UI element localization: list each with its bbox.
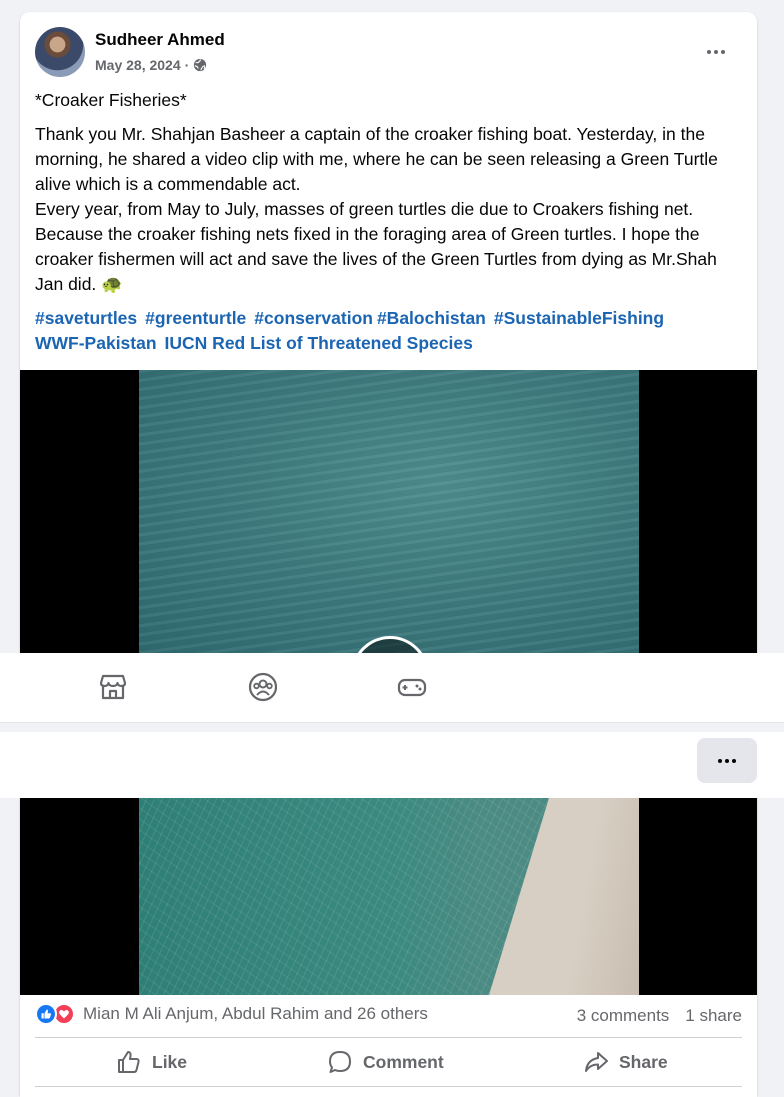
comment-icon [329,1051,351,1073]
share-icon [585,1052,608,1072]
like-button[interactable]: Like [116,1047,187,1077]
comments-count[interactable]: 3 comments [577,1006,670,1026]
dot-icon [707,50,711,54]
bottom-navigation-bar [0,653,784,723]
globe-icon [194,58,207,72]
boat-hull-image [489,798,639,995]
hashtag-link[interactable]: #greenturtle [145,308,246,328]
hashtag-link[interactable]: #Balochistan [377,308,486,328]
post-text: *Croaker Fisheries* Thank you Mr. Shahja… [35,88,747,297]
section-gap [0,723,784,732]
video-frame [139,798,639,995]
reactions-summary[interactable]: Mian M Ali Anjum, Abdul Rahim and 26 oth… [35,1003,428,1025]
dot-icon [725,758,729,763]
video-player[interactable] [20,370,757,653]
meta-separator: · [184,57,190,73]
more-options-button[interactable] [697,738,757,783]
post-meta: May 28, 2024 · [95,57,207,73]
dot-icon [714,50,718,54]
comment-button[interactable]: Comment [327,1047,444,1077]
thumbs-up-icon [118,1051,140,1073]
post-paragraph-2: Every year, from May to July, masses of … [35,199,717,294]
divider [35,1086,742,1087]
more-options-button[interactable] [698,37,734,67]
hashtags: #saveturtles #greenturtle #conservation #Ba… [35,306,747,356]
author-name[interactable]: Sudheer Ahmed [95,30,225,50]
tag-link[interactable]: WWF-Pakistan [35,333,157,353]
reaction-names[interactable]: Mian M Ali Anjum, Abdul Rahim and 26 oth… [83,1004,428,1024]
shares-count[interactable]: 1 share [685,1006,742,1026]
hashtag-link[interactable]: #SustainableFishing [494,308,664,328]
dot-icon [721,50,725,54]
dot-icon [718,758,722,763]
video-player[interactable] [20,798,757,995]
post-paragraph-1: Thank you Mr. Shahjan Basheer a captain … [35,124,718,194]
dot-icon [732,758,736,763]
comment-label: Comment [363,1051,444,1072]
share-label: Share [619,1051,668,1072]
engagement-counts: 3 comments 1 share [577,1006,742,1026]
post-header: Sudheer Ahmed May 28, 2024 · [35,27,742,79]
like-reaction-icon [35,1003,57,1025]
second-card-header [0,732,784,798]
gaming-icon[interactable] [396,671,428,703]
hashtag-link[interactable]: #saveturtles [35,308,137,328]
marketplace-icon[interactable] [97,671,129,703]
post-title-line: *Croaker Fisheries* [35,90,187,110]
tag-link[interactable]: IUCN Red List of Threatened Species [165,333,473,353]
divider [35,1037,742,1038]
share-button[interactable]: Share [583,1047,668,1077]
like-label: Like [152,1051,188,1072]
avatar[interactable] [35,27,85,77]
post-date[interactable]: May 28, 2024 [95,57,181,73]
groups-icon[interactable] [247,671,279,703]
engagement-section: Mian M Ali Anjum, Abdul Rahim and 26 oth… [20,995,757,1097]
hashtag-link[interactable]: #conservation [254,308,373,328]
video-frame [139,370,639,653]
